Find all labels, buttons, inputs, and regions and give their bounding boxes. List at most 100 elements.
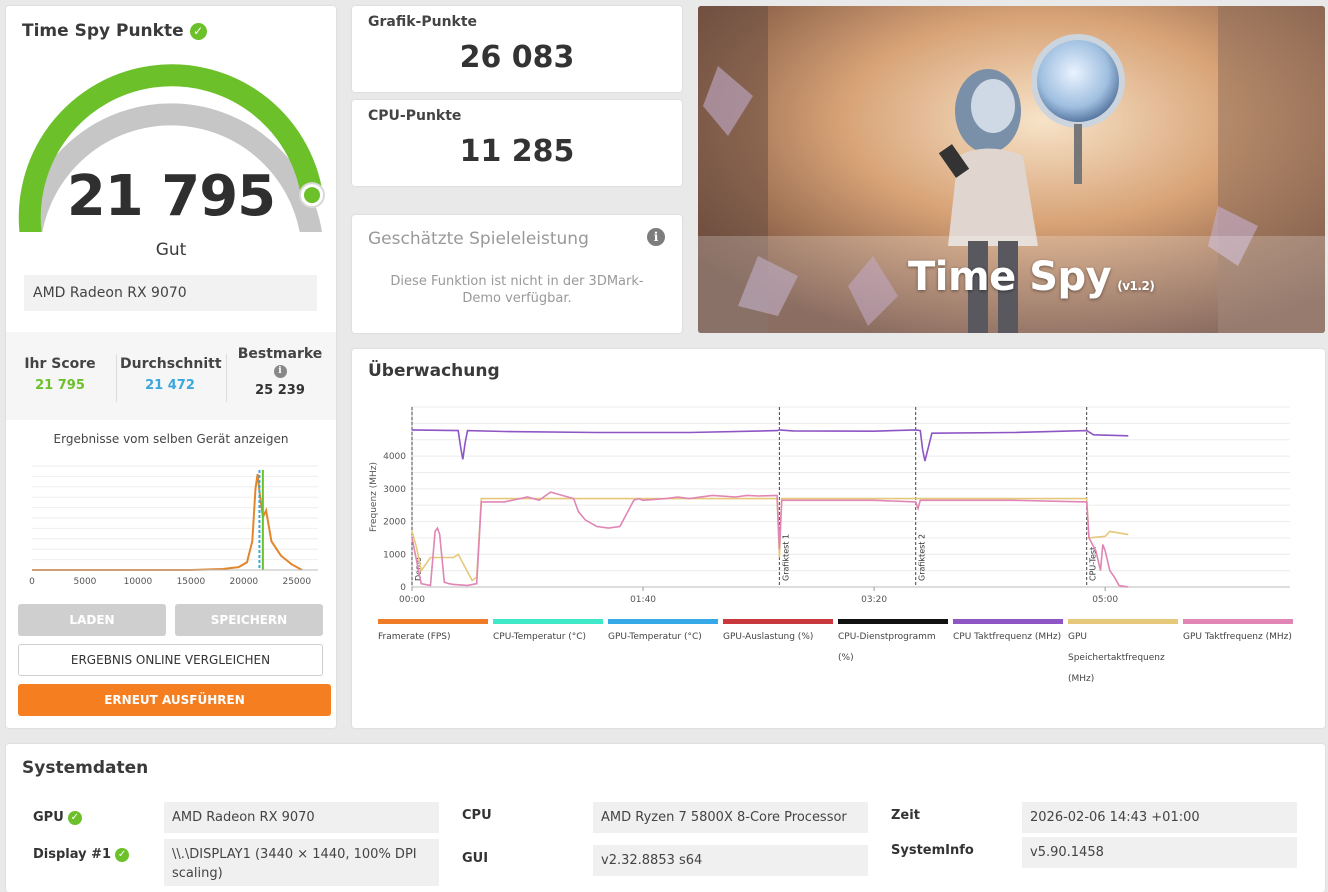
average-label: Durchschnitt xyxy=(120,356,222,372)
x-tick-label: 15000 xyxy=(177,577,206,587)
score-distribution-chart: 0 5000 10000 15000 20000 25000 xyxy=(29,465,318,587)
divider xyxy=(116,354,117,402)
total-score: 21 795 xyxy=(66,164,276,229)
legend-item[interactable]: GPU-Temperatur (°C) xyxy=(608,619,718,648)
cpu-score-label: CPU-Punkte xyxy=(368,108,462,124)
legend-swatch xyxy=(378,619,488,624)
monitoring-title: Überwachung xyxy=(368,361,500,381)
legend-label: GPU-Auslastung (%) xyxy=(723,632,814,642)
load-button[interactable]: LADEN xyxy=(18,604,166,636)
gpu-name-box: AMD Radeon RX 9070 xyxy=(24,275,317,311)
legend-label: CPU-Dienstprogramm (%) xyxy=(838,632,936,663)
y-tick-label: 2000 xyxy=(383,518,406,528)
x-tick-label: 0 xyxy=(29,577,35,587)
legend-item[interactable]: Framerate (FPS) xyxy=(378,619,488,648)
gui-value: v2.32.8853 s64 xyxy=(593,845,868,876)
same-device-link[interactable]: Ergebnisse vom selben Gerät anzeigen xyxy=(6,432,336,446)
legend-item[interactable]: CPU-Temperatur (°C) xyxy=(493,619,603,648)
best-stat: Bestmarke i 25 239 xyxy=(230,346,330,398)
benchmark-version: (v1.2) xyxy=(1117,279,1155,293)
legend-item[interactable]: GPU-Auslastung (%) xyxy=(723,619,833,648)
graphics-score-card: Grafik-Punkte 26 083 xyxy=(352,6,682,92)
benchmark-name: Time Spy xyxy=(908,254,1112,300)
systeminfo-value: v5.90.1458 xyxy=(1022,837,1297,868)
graphics-score-label: Grafik-Punkte xyxy=(368,14,478,30)
legend-swatch xyxy=(953,619,1063,624)
legend-swatch xyxy=(493,619,603,624)
your-score-label: Ihr Score xyxy=(24,356,96,372)
legend-label: CPU-Temperatur (°C) xyxy=(493,632,587,642)
score-title-text: Time Spy Punkte xyxy=(22,21,184,41)
time-key: Zeit xyxy=(891,808,920,823)
compare-online-button[interactable]: ERGEBNIS ONLINE VERGLEICHEN xyxy=(18,644,323,676)
series-line xyxy=(411,497,1129,582)
your-score-stat: Ihr Score 21 795 xyxy=(10,356,110,393)
y-tick-label: 4000 xyxy=(383,452,406,462)
cpu-score-card: CPU-Punkte 11 285 xyxy=(352,100,682,186)
legend-swatch xyxy=(608,619,718,624)
best-label: Bestmarke xyxy=(237,346,323,362)
legend-swatch xyxy=(1068,619,1178,624)
monitoring-panel: Überwachung 0 1000 2000 3000 4000 Frequenz (M… xyxy=(352,349,1325,728)
segment-label: Grafiktest 1 xyxy=(781,534,790,581)
legend-item[interactable]: GPU Speichertaktfrequenz (MHz) xyxy=(1068,619,1178,690)
average-value: 21 472 xyxy=(145,378,195,393)
divider xyxy=(226,354,227,402)
score-panel: Time Spy Punkte ✓ 21 795 Gut AMD Radeon R… xyxy=(6,6,336,728)
graphics-score-value: 26 083 xyxy=(459,40,575,75)
gpu-key: GPU ✓ xyxy=(33,810,82,825)
score-title: Time Spy Punkte ✓ xyxy=(22,21,207,41)
info-icon[interactable]: i xyxy=(273,365,287,378)
distribution-line xyxy=(32,473,303,571)
info-icon[interactable]: i xyxy=(647,228,665,246)
legend-label: CPU Taktfrequenz (MHz) xyxy=(953,632,1062,642)
x-tick-label: 20000 xyxy=(230,577,259,587)
legend-item[interactable]: CPU-Dienstprogramm (%) xyxy=(838,619,948,669)
best-value: 25 239 xyxy=(255,383,305,398)
systeminfo-key: SystemInfo xyxy=(891,843,974,858)
x-tick-label: 01:40 xyxy=(630,595,656,605)
game-performance-message: Diese Funktion ist nicht in der 3DMark-D… xyxy=(390,274,644,306)
average-stat: Durchschnitt 21 472 xyxy=(120,356,222,393)
display-key: Display #1 ✓ xyxy=(33,847,130,862)
display-value: \\.\DISPLAY1 (3440 × 1440, 100% DPI scal… xyxy=(164,839,439,886)
cpu-score-value: 11 285 xyxy=(459,134,575,169)
y-tick-label: 1000 xyxy=(383,550,406,560)
check-icon: ✓ xyxy=(189,23,207,40)
x-tick-label: 5000 xyxy=(74,577,97,587)
game-performance-title: Geschätzte Spieleleistung xyxy=(368,229,589,249)
legend-label: Framerate (FPS) xyxy=(378,632,451,642)
save-button[interactable]: SPEICHERN xyxy=(175,604,323,636)
rerun-button[interactable]: ERNEUT AUSFÜHREN xyxy=(18,684,331,716)
y-axis-label: Frequenz (MHz) xyxy=(369,462,379,532)
cpu-value: AMD Ryzen 7 5800X 8-Core Processor xyxy=(593,802,868,833)
legend-label: GPU Taktfrequenz (MHz) xyxy=(1183,632,1292,642)
system-info-panel: Systemdaten GPU ✓ AMD Radeon RX 9070 Disp… xyxy=(6,744,1325,892)
gui-key: GUI xyxy=(462,851,489,866)
y-tick-label: 0 xyxy=(400,583,406,593)
y-tick-label: 3000 xyxy=(383,485,406,495)
gpu-key-text: GPU xyxy=(33,810,64,825)
segment-label: Grafiktest 2 xyxy=(918,534,927,581)
legend-label: GPU Speichertaktfrequenz (MHz) xyxy=(1068,632,1165,684)
score-rating: Gut xyxy=(155,240,187,260)
legend-swatch xyxy=(723,619,833,624)
score-comparison: Ihr Score 21 795 Durchschnitt 21 472 Bes… xyxy=(6,332,336,420)
time-value: 2026-02-06 14:43 +01:00 xyxy=(1022,802,1297,833)
check-icon: ✓ xyxy=(115,848,130,862)
legend-item[interactable]: GPU Taktfrequenz (MHz) xyxy=(1183,619,1293,648)
game-performance-card: Geschätzte Spieleleistung i Diese Funkti… xyxy=(352,215,682,333)
legend-swatch xyxy=(1183,619,1293,624)
legend-swatch xyxy=(838,619,948,624)
x-tick-label: 10000 xyxy=(124,577,153,587)
gpu-value: AMD Radeon RX 9070 xyxy=(164,802,439,833)
display-key-text: Display #1 xyxy=(33,847,112,862)
series-line xyxy=(411,491,1129,588)
x-tick-label: 00:00 xyxy=(399,595,425,605)
x-tick-label: 03:20 xyxy=(861,595,887,605)
legend-item[interactable]: CPU Taktfrequenz (MHz) xyxy=(953,619,1063,648)
x-tick-label: 05:00 xyxy=(1092,595,1118,605)
your-score-value: 21 795 xyxy=(35,378,85,393)
check-icon: ✓ xyxy=(67,811,82,825)
x-tick-label: 25000 xyxy=(282,577,311,587)
